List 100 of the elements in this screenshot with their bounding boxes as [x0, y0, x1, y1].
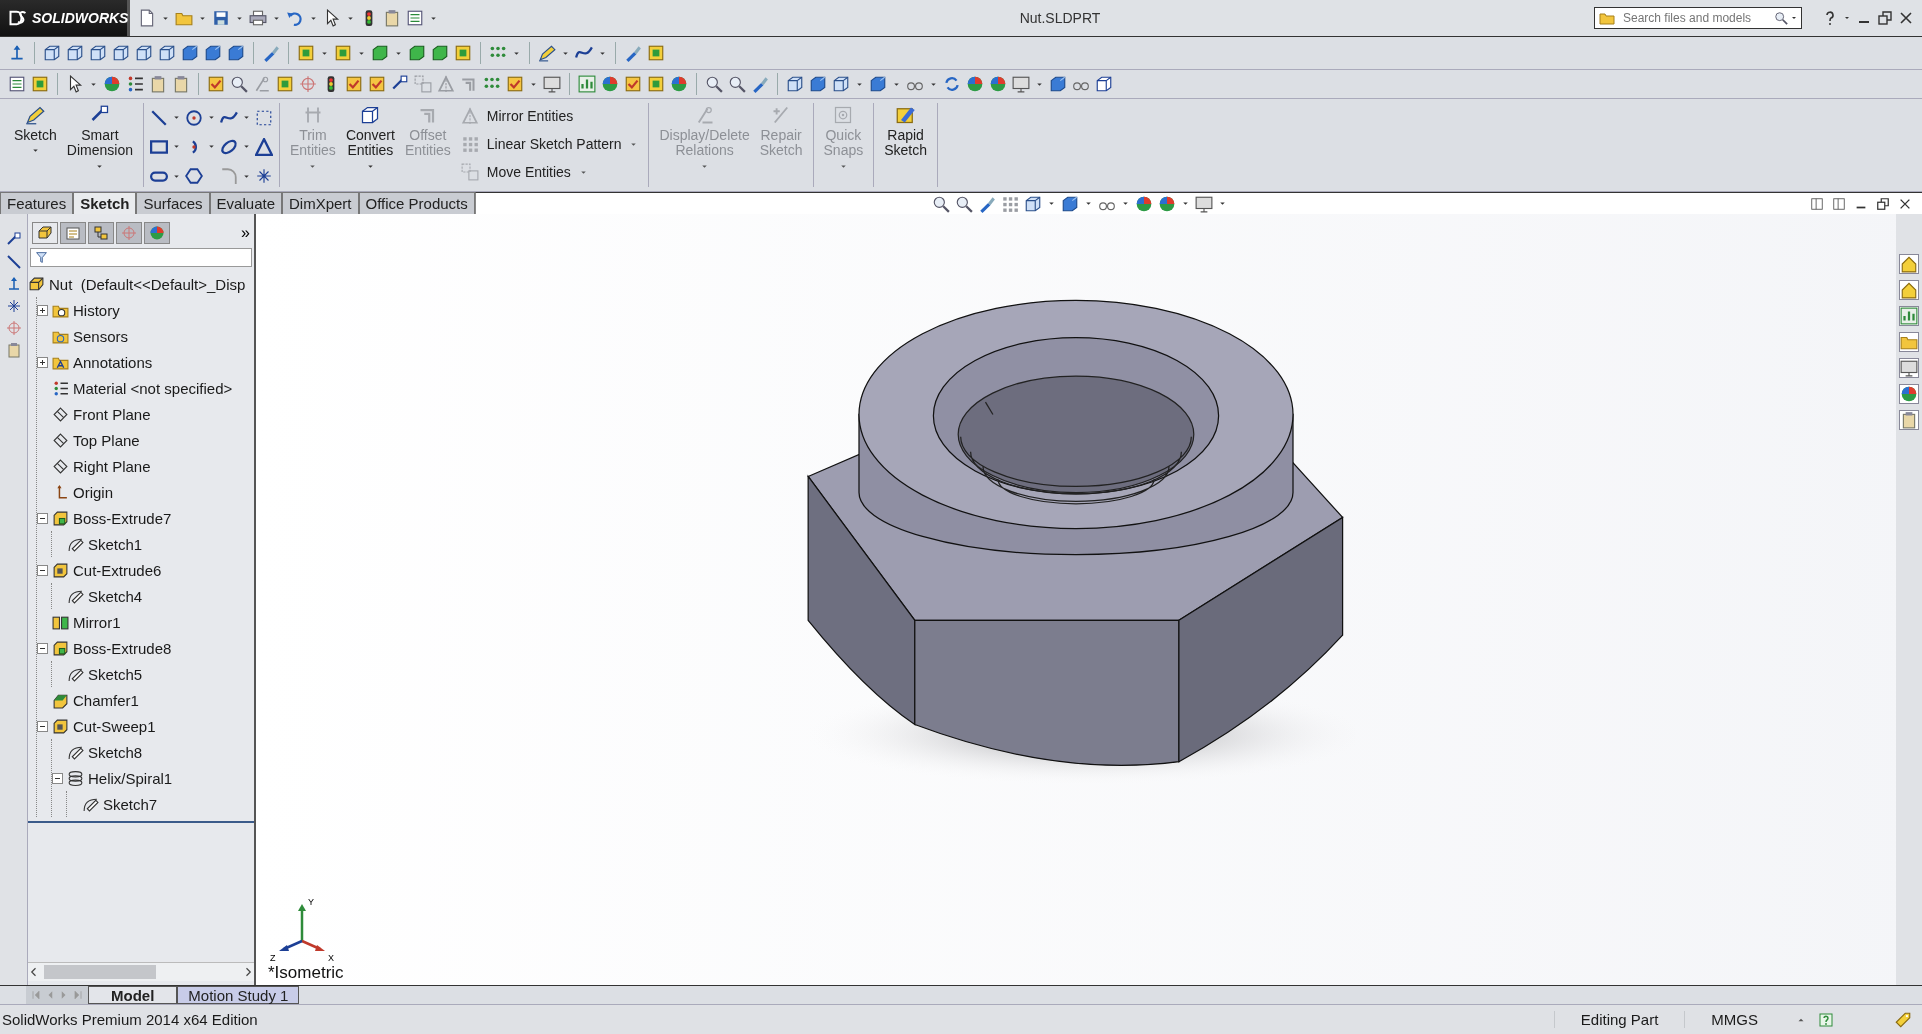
clipboard-icon[interactable] [5, 342, 22, 358]
expand-toggle[interactable] [37, 304, 48, 316]
caret-icon[interactable] [1046, 199, 1056, 208]
house-icon[interactable] [1899, 254, 1919, 274]
tree-item[interactable]: Sketch8 [88, 743, 143, 761]
ribbon-tab[interactable]: Evaluate [209, 192, 282, 214]
caret-icon[interactable] [1120, 199, 1130, 208]
filter-field[interactable] [30, 248, 252, 267]
save-icon[interactable] [212, 9, 230, 27]
page-icon[interactable] [138, 9, 156, 27]
ribbon-tab[interactable]: Surfaces [136, 192, 210, 214]
tree-item[interactable]: Right Plane [73, 457, 151, 475]
chart-icon[interactable] [578, 75, 596, 93]
axis-icon[interactable] [8, 44, 26, 62]
tree-item[interactable]: Top Plane [73, 431, 140, 449]
tile-icon[interactable] [1832, 196, 1846, 211]
solid-box-icon[interactable] [371, 44, 389, 62]
clipboard-icon[interactable] [149, 75, 167, 93]
ribbon-command[interactable]: Convert Entities [341, 103, 399, 187]
tree-item[interactable]: Nut (Default<<Default>_Disp [49, 275, 246, 293]
color-sphere-icon[interactable] [1157, 194, 1176, 213]
crosshair-icon[interactable] [299, 75, 317, 93]
check-icon[interactable] [506, 75, 524, 93]
help-box-icon[interactable] [1818, 1011, 1834, 1028]
cube-icon[interactable] [89, 44, 107, 62]
tree-item[interactable]: Sketch1 [88, 535, 143, 553]
dotted-square-icon[interactable] [254, 108, 273, 127]
solid-cube-icon[interactable] [1060, 194, 1079, 213]
panel-tab[interactable] [32, 222, 58, 244]
tree-item[interactable]: Helix/Spiral1 [88, 769, 173, 787]
color-sphere-icon[interactable] [601, 75, 619, 93]
ribbon-tab[interactable]: Office Products [358, 192, 475, 214]
ribbon-tab[interactable]: Features [0, 192, 74, 214]
zoom-icon[interactable] [954, 194, 973, 213]
flashlight-icon[interactable] [751, 75, 769, 93]
zoom-icon[interactable] [230, 75, 248, 93]
cube-icon[interactable] [786, 75, 804, 93]
folder-icon[interactable] [1899, 332, 1919, 352]
search-field[interactable]: Search files and models [1594, 7, 1802, 29]
monitor-icon[interactable] [543, 75, 561, 93]
collapse-toggle[interactable] [37, 564, 48, 576]
tree-item[interactable]: Annotations [73, 353, 153, 371]
printer-icon[interactable] [249, 9, 267, 27]
caret-icon[interactable] [1843, 14, 1851, 22]
panel-tab[interactable] [144, 222, 170, 244]
chart-icon[interactable] [1899, 306, 1919, 326]
collapse-toggle[interactable] [37, 512, 48, 524]
restore-icon[interactable] [1877, 10, 1893, 26]
zoom-icon[interactable] [705, 75, 723, 93]
material-icon[interactable] [126, 75, 144, 93]
tree-item[interactable]: Boss-Extrude8 [73, 639, 172, 657]
ribbon-command[interactable]: Rapid Sketch [880, 103, 932, 187]
collapse-toggle[interactable] [37, 642, 48, 654]
tree-item[interactable]: Cut-Sweep1 [73, 717, 156, 735]
monitor-icon[interactable] [1194, 194, 1213, 213]
model-tab[interactable]: Motion Study 1 [177, 986, 300, 1004]
tree-item[interactable]: Front Plane [73, 405, 151, 423]
ribbon-command[interactable]: Sketch [10, 103, 61, 187]
feature-box-icon[interactable] [647, 44, 665, 62]
color-sphere-icon[interactable] [989, 75, 1007, 93]
triangle-icon[interactable] [254, 138, 273, 156]
dot-grid-icon[interactable] [1000, 194, 1019, 213]
solid-cube-icon[interactable] [181, 44, 199, 62]
list-icon[interactable] [406, 9, 424, 27]
feature-box-icon[interactable] [454, 44, 472, 62]
cube-icon[interactable] [112, 44, 130, 62]
ellipse-icon[interactable] [219, 138, 238, 156]
units-label[interactable]: MMGS [1684, 1011, 1784, 1028]
tree-item[interactable]: Sketch5 [88, 665, 143, 683]
tree-item[interactable]: Cut-Extrude6 [73, 561, 162, 579]
cube-outline-icon[interactable] [1095, 75, 1113, 93]
cube-icon[interactable] [832, 75, 850, 93]
line-icon[interactable] [149, 108, 168, 127]
zoom-icon[interactable] [728, 75, 746, 93]
caret-icon[interactable] [1217, 199, 1227, 208]
tree-item[interactable]: Origin [73, 483, 113, 501]
ribbon-tab[interactable]: Sketch [73, 192, 137, 214]
cube-icon[interactable] [43, 44, 61, 62]
color-sphere-icon[interactable] [103, 75, 121, 93]
ribbon-command[interactable]: Smart Dimension [62, 103, 137, 187]
model-tab[interactable]: Model [88, 986, 178, 1004]
check-icon[interactable] [345, 75, 363, 93]
feature-box-icon[interactable] [297, 44, 315, 62]
panel-tab[interactable] [60, 222, 86, 244]
cube-icon[interactable] [66, 44, 84, 62]
tree-item[interactable]: Material <not specified> [73, 379, 233, 397]
circle-icon[interactable] [184, 108, 203, 127]
tree-item[interactable]: Boss-Extrude7 [73, 509, 172, 527]
monitor-icon[interactable] [1012, 75, 1030, 93]
solid-cube-icon[interactable] [227, 44, 245, 62]
tag-icon[interactable] [1894, 1010, 1912, 1029]
solid-box-icon[interactable] [408, 44, 426, 62]
check-icon[interactable] [207, 75, 225, 93]
feature-box-icon[interactable] [31, 75, 49, 93]
solid-cube-icon[interactable] [1049, 75, 1067, 93]
tree-item[interactable]: Chamfer1 [73, 691, 139, 709]
cube-icon[interactable] [135, 44, 153, 62]
caret-icon[interactable] [1083, 199, 1093, 208]
expand-toggle[interactable] [37, 356, 48, 368]
color-sphere-icon[interactable] [966, 75, 984, 93]
